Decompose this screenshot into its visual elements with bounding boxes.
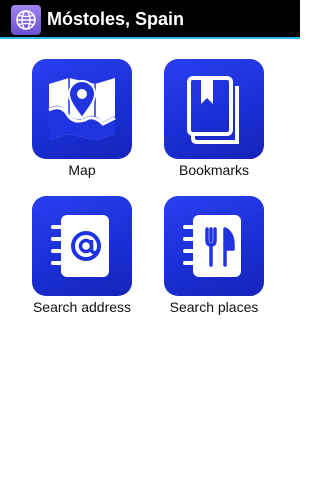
bookmarks-label: Bookmarks <box>178 162 250 178</box>
search-address-label: Search address <box>32 299 132 315</box>
map-label: Map <box>68 162 96 178</box>
restaurant-notebook-icon[interactable] <box>164 196 264 296</box>
map-pin-icon[interactable] <box>32 59 132 159</box>
bookmarks-tile[interactable]: Bookmarks <box>149 59 279 189</box>
map-tile[interactable]: Map <box>17 59 147 189</box>
page-title: Móstoles, Spain <box>47 9 185 29</box>
globe-icon[interactable] <box>11 5 41 35</box>
search-places-label: Search places <box>169 299 259 315</box>
search-places-tile[interactable]: Search places <box>149 196 279 326</box>
search-address-tile[interactable]: Search address <box>17 196 147 326</box>
action-bar: Móstoles, Spain <box>0 0 300 39</box>
address-book-at-icon[interactable] <box>32 196 132 296</box>
bookmark-book-icon[interactable] <box>164 59 264 159</box>
